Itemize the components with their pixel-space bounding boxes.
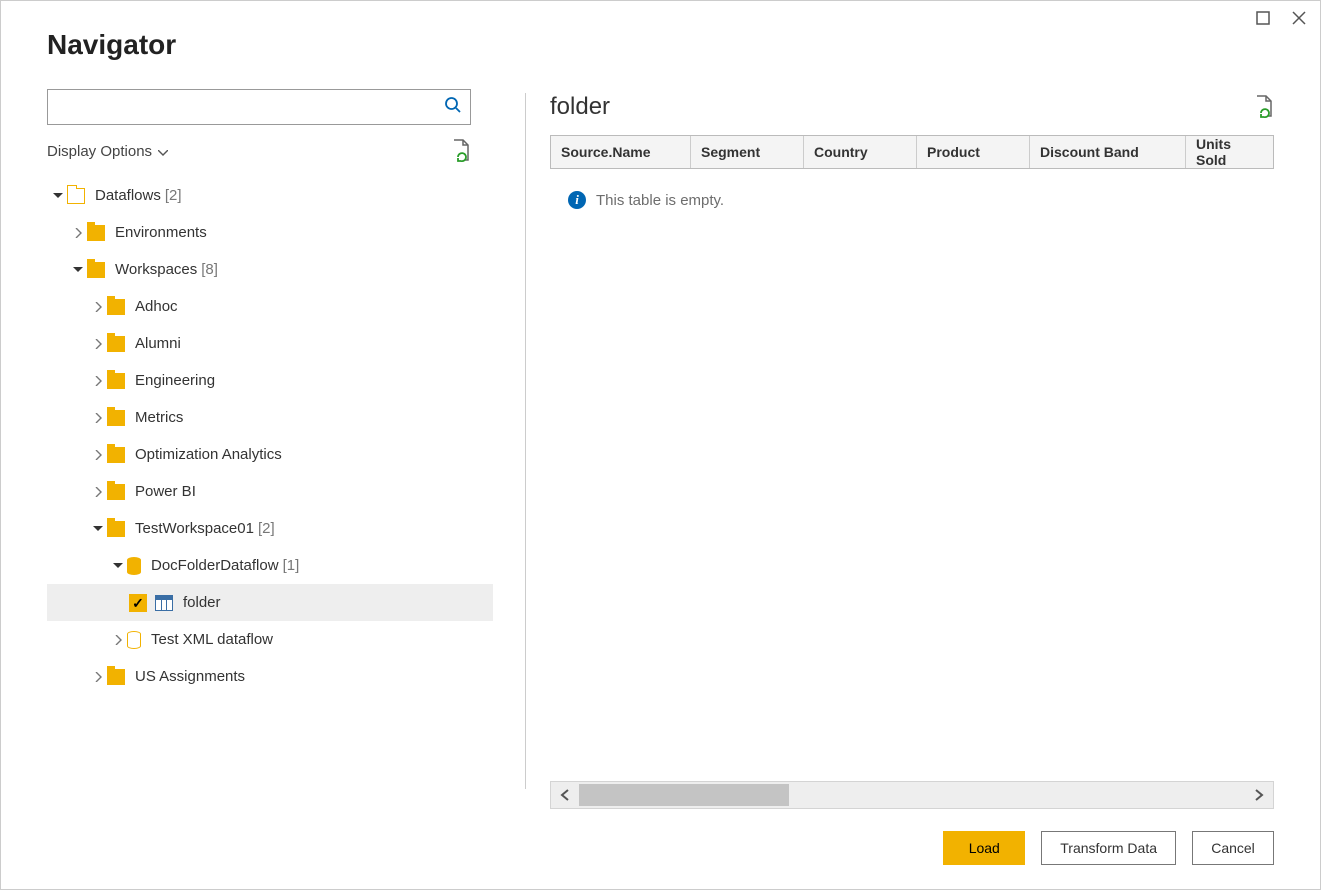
tree-node-optimization-analytics[interactable]: Optimization Analytics — [47, 436, 493, 473]
tree-node-testworkspace01[interactable]: TestWorkspace01 [2] — [47, 510, 493, 547]
expand-toggle-icon[interactable] — [49, 187, 67, 205]
expand-toggle-icon[interactable] — [89, 372, 107, 390]
tree-node-label: Dataflows — [95, 187, 161, 204]
tree-node-label: DocFolderDataflow — [151, 557, 279, 574]
tree-node-label: TestWorkspace01 — [135, 520, 254, 537]
dataflow-icon — [127, 631, 141, 649]
add-file-icon[interactable] — [451, 139, 471, 163]
expand-toggle-icon[interactable] — [89, 520, 107, 538]
expand-toggle-icon[interactable] — [69, 224, 87, 242]
tree-node-count: [1] — [283, 557, 300, 574]
tree-node-us-assignments[interactable]: US Assignments — [47, 658, 493, 695]
pane-divider — [525, 93, 526, 789]
search-icon[interactable] — [444, 96, 462, 119]
search-input[interactable] — [56, 98, 444, 116]
cancel-button[interactable]: Cancel — [1192, 831, 1274, 865]
expand-toggle-icon[interactable] — [89, 335, 107, 353]
folder-icon — [87, 225, 105, 241]
tree-node-label: Workspaces — [115, 261, 197, 278]
navigator-tree: Dataflows [2] Environments Workspaces [8… — [47, 177, 493, 809]
empty-table-message: i This table is empty. — [550, 169, 1274, 231]
tree-node-count: [8] — [201, 261, 218, 278]
column-header[interactable]: Segment — [691, 136, 804, 168]
tree-node-test-xml-dataflow[interactable]: Test XML dataflow — [47, 621, 493, 658]
tree-node-label: Engineering — [135, 372, 215, 389]
folder-icon — [107, 373, 125, 389]
display-options-dropdown[interactable]: Display Options — [47, 143, 168, 160]
tree-node-checkbox[interactable] — [129, 594, 147, 612]
expand-toggle-icon[interactable] — [89, 298, 107, 316]
display-options-label: Display Options — [47, 143, 152, 160]
close-button[interactable] — [1290, 9, 1308, 27]
tree-node-environments[interactable]: Environments — [47, 214, 493, 251]
column-header[interactable]: Product — [917, 136, 1030, 168]
tree-node-workspaces[interactable]: Workspaces [8] — [47, 251, 493, 288]
table-icon — [155, 595, 173, 611]
tree-node-label: Metrics — [135, 409, 183, 426]
tree-node-power-bi[interactable]: Power BI — [47, 473, 493, 510]
preview-title: folder — [550, 93, 610, 121]
folder-icon — [107, 299, 125, 315]
chevron-down-icon — [158, 143, 168, 160]
scroll-thumb[interactable] — [579, 784, 789, 806]
scroll-track[interactable] — [579, 782, 1245, 808]
tree-node-label: Environments — [115, 224, 207, 241]
refresh-preview-icon[interactable] — [1254, 95, 1274, 119]
load-button[interactable]: Load — [943, 831, 1025, 865]
expand-toggle-icon[interactable] — [109, 557, 127, 575]
tree-node-docfolderdataflow[interactable]: DocFolderDataflow [1] — [47, 547, 493, 584]
column-header[interactable]: Discount Band — [1030, 136, 1186, 168]
expand-toggle-icon[interactable] — [69, 261, 87, 279]
expand-toggle-icon[interactable] — [109, 631, 127, 649]
folder-icon — [107, 410, 125, 426]
expand-toggle-icon[interactable] — [89, 409, 107, 427]
tree-node-adhoc[interactable]: Adhoc — [47, 288, 493, 325]
maximize-button[interactable] — [1254, 9, 1272, 27]
tree-node-alumni[interactable]: Alumni — [47, 325, 493, 362]
column-header[interactable]: Units Sold — [1186, 136, 1273, 168]
scroll-left-button[interactable] — [551, 782, 579, 808]
transform-data-button[interactable]: Transform Data — [1041, 831, 1176, 865]
dialog-title: Navigator — [47, 29, 1274, 61]
tree-node-label: Power BI — [135, 483, 196, 500]
tree-node-count: [2] — [258, 520, 275, 537]
tree-node-label: folder — [183, 594, 221, 611]
tree-node-dataflows[interactable]: Dataflows [2] — [47, 177, 493, 214]
folder-icon — [107, 447, 125, 463]
tree-node-label: Test XML dataflow — [151, 631, 273, 648]
folder-icon — [107, 521, 125, 537]
folder-icon — [67, 188, 85, 204]
preview-grid-header: Source.Name Segment Country Product Disc… — [550, 135, 1274, 169]
expand-toggle-icon[interactable] — [89, 483, 107, 501]
tree-node-label: Adhoc — [135, 298, 178, 315]
info-icon: i — [568, 191, 586, 209]
tree-node-metrics[interactable]: Metrics — [47, 399, 493, 436]
expand-toggle-icon[interactable] — [89, 446, 107, 464]
tree-node-label: US Assignments — [135, 668, 245, 685]
expand-toggle-icon[interactable] — [89, 668, 107, 686]
folder-icon — [107, 336, 125, 352]
column-header[interactable]: Source.Name — [551, 136, 691, 168]
empty-table-text: This table is empty. — [596, 192, 724, 209]
tree-node-label: Alumni — [135, 335, 181, 352]
tree-node-count: [2] — [165, 187, 182, 204]
horizontal-scrollbar[interactable] — [550, 781, 1274, 809]
column-header[interactable]: Country — [804, 136, 917, 168]
dataflow-icon — [127, 557, 141, 575]
tree-node-engineering[interactable]: Engineering — [47, 362, 493, 399]
tree-node-label: Optimization Analytics — [135, 446, 282, 463]
search-box[interactable] — [47, 89, 471, 125]
tree-node-folder[interactable]: folder — [47, 584, 493, 621]
folder-icon — [107, 484, 125, 500]
folder-icon — [107, 669, 125, 685]
scroll-right-button[interactable] — [1245, 782, 1273, 808]
folder-icon — [87, 262, 105, 278]
